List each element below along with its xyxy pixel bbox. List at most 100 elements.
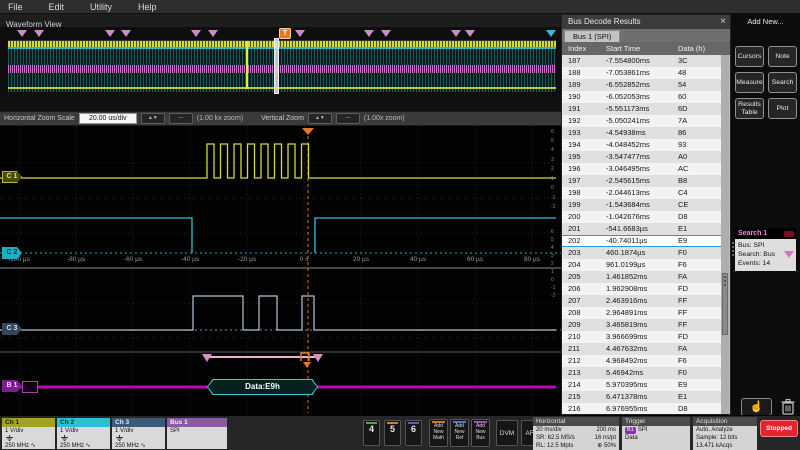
h-zoom-arrows-button[interactable]: ▲▼ <box>141 113 165 124</box>
add-new-math-button[interactable]: Add New Math <box>429 419 448 447</box>
main-axis-label: -80 µs <box>67 256 85 263</box>
trigger-panel[interactable]: Trigger B1SPI Data <box>622 417 690 450</box>
h-zoom-minus-button[interactable]: — <box>169 113 193 124</box>
search1-title-bar[interactable]: Search 1 <box>735 228 796 239</box>
table-row[interactable]: 203 460.1874µs F0 <box>562 247 722 259</box>
table-row[interactable]: 211 4.467632ms FA <box>562 343 722 355</box>
cell-index: 199 <box>568 199 581 211</box>
panel-drag-grip[interactable] <box>731 240 735 258</box>
add-new-ref-button[interactable]: Add New Ref <box>450 419 469 447</box>
table-row[interactable]: 208 2.964891ms FF <box>562 307 722 319</box>
ch3-badge[interactable]: Ch 3 1 V/div 250 MHz ∿ <box>112 418 165 449</box>
results-table-body[interactable]: 187 -7.554800ms 3C 188 -7.053861ms 48 18… <box>562 55 722 414</box>
horizontal-panel[interactable]: Horizontal 20 ms/div200 ms SR: 62.5 MS/s… <box>533 417 619 450</box>
sidebar-button[interactable]: Results Table <box>735 98 764 119</box>
table-row[interactable]: 189 -6.552852ms 54 <box>562 79 722 91</box>
cell-data: B8 <box>678 175 687 187</box>
results-column-header: Index Start Time Data (h) <box>562 42 730 55</box>
touch-mode-button[interactable]: ☝ <box>741 398 772 416</box>
channel-5-button[interactable]: 5 <box>384 420 401 446</box>
results-title-bar[interactable]: Bus Decode Results × <box>562 15 730 29</box>
table-row[interactable]: 194 -4.048452ms 93 <box>562 139 722 151</box>
channel-6-button[interactable]: 6 <box>405 420 422 446</box>
cell-start-time: -1.042676ms <box>606 211 650 223</box>
waveform-column: Waveform View T -80 ms-60 ms-40 ms-20 ms… <box>0 14 561 415</box>
yscale-label: 4 <box>551 148 554 153</box>
cell-start-time: -2.044613ms <box>606 187 650 199</box>
main-axis-label: 80 µs <box>524 256 540 263</box>
cell-data: 48 <box>678 67 686 79</box>
cell-start-time: -2.545615ms <box>606 175 650 187</box>
bus1-badge[interactable]: Bus 1 SPI <box>167 418 227 449</box>
trigger-position-icon[interactable]: T <box>279 28 291 39</box>
table-row[interactable]: 204 961.0199µs F6 <box>562 259 722 271</box>
waveform-view-tab[interactable]: Waveform View <box>0 14 561 27</box>
table-row[interactable]: 187 -7.554800ms 3C <box>562 55 722 67</box>
ch2-badge[interactable]: Ch 2 1 V/div 250 MHz ∿ <box>57 418 110 449</box>
table-row[interactable]: 215 6.471378ms E1 <box>562 391 722 403</box>
scrollbar-thumb[interactable] <box>722 273 728 335</box>
table-row[interactable]: 193 -4.54938ms 86 <box>562 127 722 139</box>
search1-panel[interactable]: Search 1 Bus: SPI Search: Bus Events: 14 <box>735 228 796 271</box>
table-row[interactable]: 214 5.970395ms E9 <box>562 379 722 391</box>
h-zoom-scale-input[interactable]: 20.00 us/div <box>79 113 137 124</box>
sidebar-button[interactable]: Search <box>768 72 797 93</box>
run-stop-button[interactable]: Stopped <box>760 420 798 437</box>
trash-button[interactable] <box>780 398 796 416</box>
table-row[interactable]: 202 -40.74011µs E9 <box>562 235 722 247</box>
sidebar-button[interactable]: Note <box>768 46 797 67</box>
search-marker-icon <box>381 30 391 37</box>
yscale-label: 6 <box>551 130 554 135</box>
menu-item[interactable]: Help <box>138 2 157 12</box>
menu-item[interactable]: File <box>8 2 23 12</box>
table-row[interactable]: 190 -6.052053ms 60 <box>562 91 722 103</box>
col-start-time: Start Time <box>606 42 640 55</box>
table-row[interactable]: 198 -2.044613ms C4 <box>562 187 722 199</box>
table-row[interactable]: 209 3.465819ms FF <box>562 319 722 331</box>
table-row[interactable]: 197 -2.545615ms B8 <box>562 175 722 187</box>
ch3-vdiv: 1 V/div <box>115 428 165 435</box>
acquisition-panel[interactable]: Acquisition Auto, Analyze Sample: 12 bit… <box>693 417 757 450</box>
zoom-window-handle[interactable] <box>274 38 279 94</box>
cell-data: D8 <box>678 211 688 223</box>
table-row[interactable]: 210 3.966699ms FD <box>562 331 722 343</box>
waveform-canvas[interactable]: -100 µs-80 µs-60 µs-40 µs-20 µs0 s20 µs4… <box>0 126 561 415</box>
table-row[interactable]: 191 -5.551173ms 6D <box>562 103 722 115</box>
tab-bus1-spi[interactable]: Bus 1 (SPI) <box>564 30 620 42</box>
table-row[interactable]: 212 4.968492ms F6 <box>562 355 722 367</box>
table-row[interactable]: 201 -541.6683µs E1 <box>562 223 722 235</box>
ch1-badge[interactable]: Ch 1 1 V/div 250 MHz ∿ <box>2 418 55 449</box>
table-row[interactable]: 205 1.461852ms FA <box>562 271 722 283</box>
menu-item[interactable]: Utility <box>90 2 112 12</box>
add-new-bus-button[interactable]: Add New Bus <box>471 419 490 447</box>
table-row[interactable]: 188 -7.053861ms 48 <box>562 67 722 79</box>
yscale-label: 3 <box>551 254 554 259</box>
table-row[interactable]: 213 5.46942ms F0 <box>562 367 722 379</box>
sidebar-button[interactable]: Cursors <box>735 46 764 67</box>
trash-icon <box>780 398 796 416</box>
bus-decode-value-box[interactable]: Data:E9h <box>207 379 318 395</box>
table-row[interactable]: 200 -1.042676ms D8 <box>562 211 722 223</box>
sidebar-button[interactable]: Measure <box>735 72 764 93</box>
menu-item[interactable]: Edit <box>49 2 65 12</box>
table-row[interactable]: 207 2.463916ms FF <box>562 295 722 307</box>
table-row[interactable]: 206 1.962908ms FD <box>562 283 722 295</box>
cell-index: 194 <box>568 139 581 151</box>
table-row[interactable]: 195 -3.547477ms A0 <box>562 151 722 163</box>
close-icon[interactable]: × <box>720 15 726 29</box>
table-row[interactable]: 192 -5.050241ms 7A <box>562 115 722 127</box>
v-zoom-arrows-button[interactable]: ▲▼ <box>308 113 332 124</box>
sidebar-button[interactable]: Plot <box>768 98 797 119</box>
table-row[interactable]: 196 -3.046495ms AC <box>562 163 722 175</box>
dvm-button[interactable]: DVM <box>496 420 518 446</box>
table-row[interactable]: 216 6.976955ms D8 <box>562 403 722 414</box>
search1-badge <box>784 231 794 237</box>
channel-4-button[interactable]: 4 <box>363 420 380 446</box>
acquisition-overview[interactable]: T -80 ms-60 ms-40 ms-20 ms20 ms40 ms60 m… <box>0 27 561 97</box>
results-scrollbar[interactable] <box>721 55 729 414</box>
v-zoom-minus-button[interactable]: — <box>336 113 360 124</box>
cell-start-time: 2.463916ms <box>606 295 647 307</box>
table-row[interactable]: 199 -1.543684ms CE <box>562 199 722 211</box>
add-new-label[interactable]: Add New... <box>731 17 800 26</box>
cell-index: 201 <box>568 223 581 235</box>
